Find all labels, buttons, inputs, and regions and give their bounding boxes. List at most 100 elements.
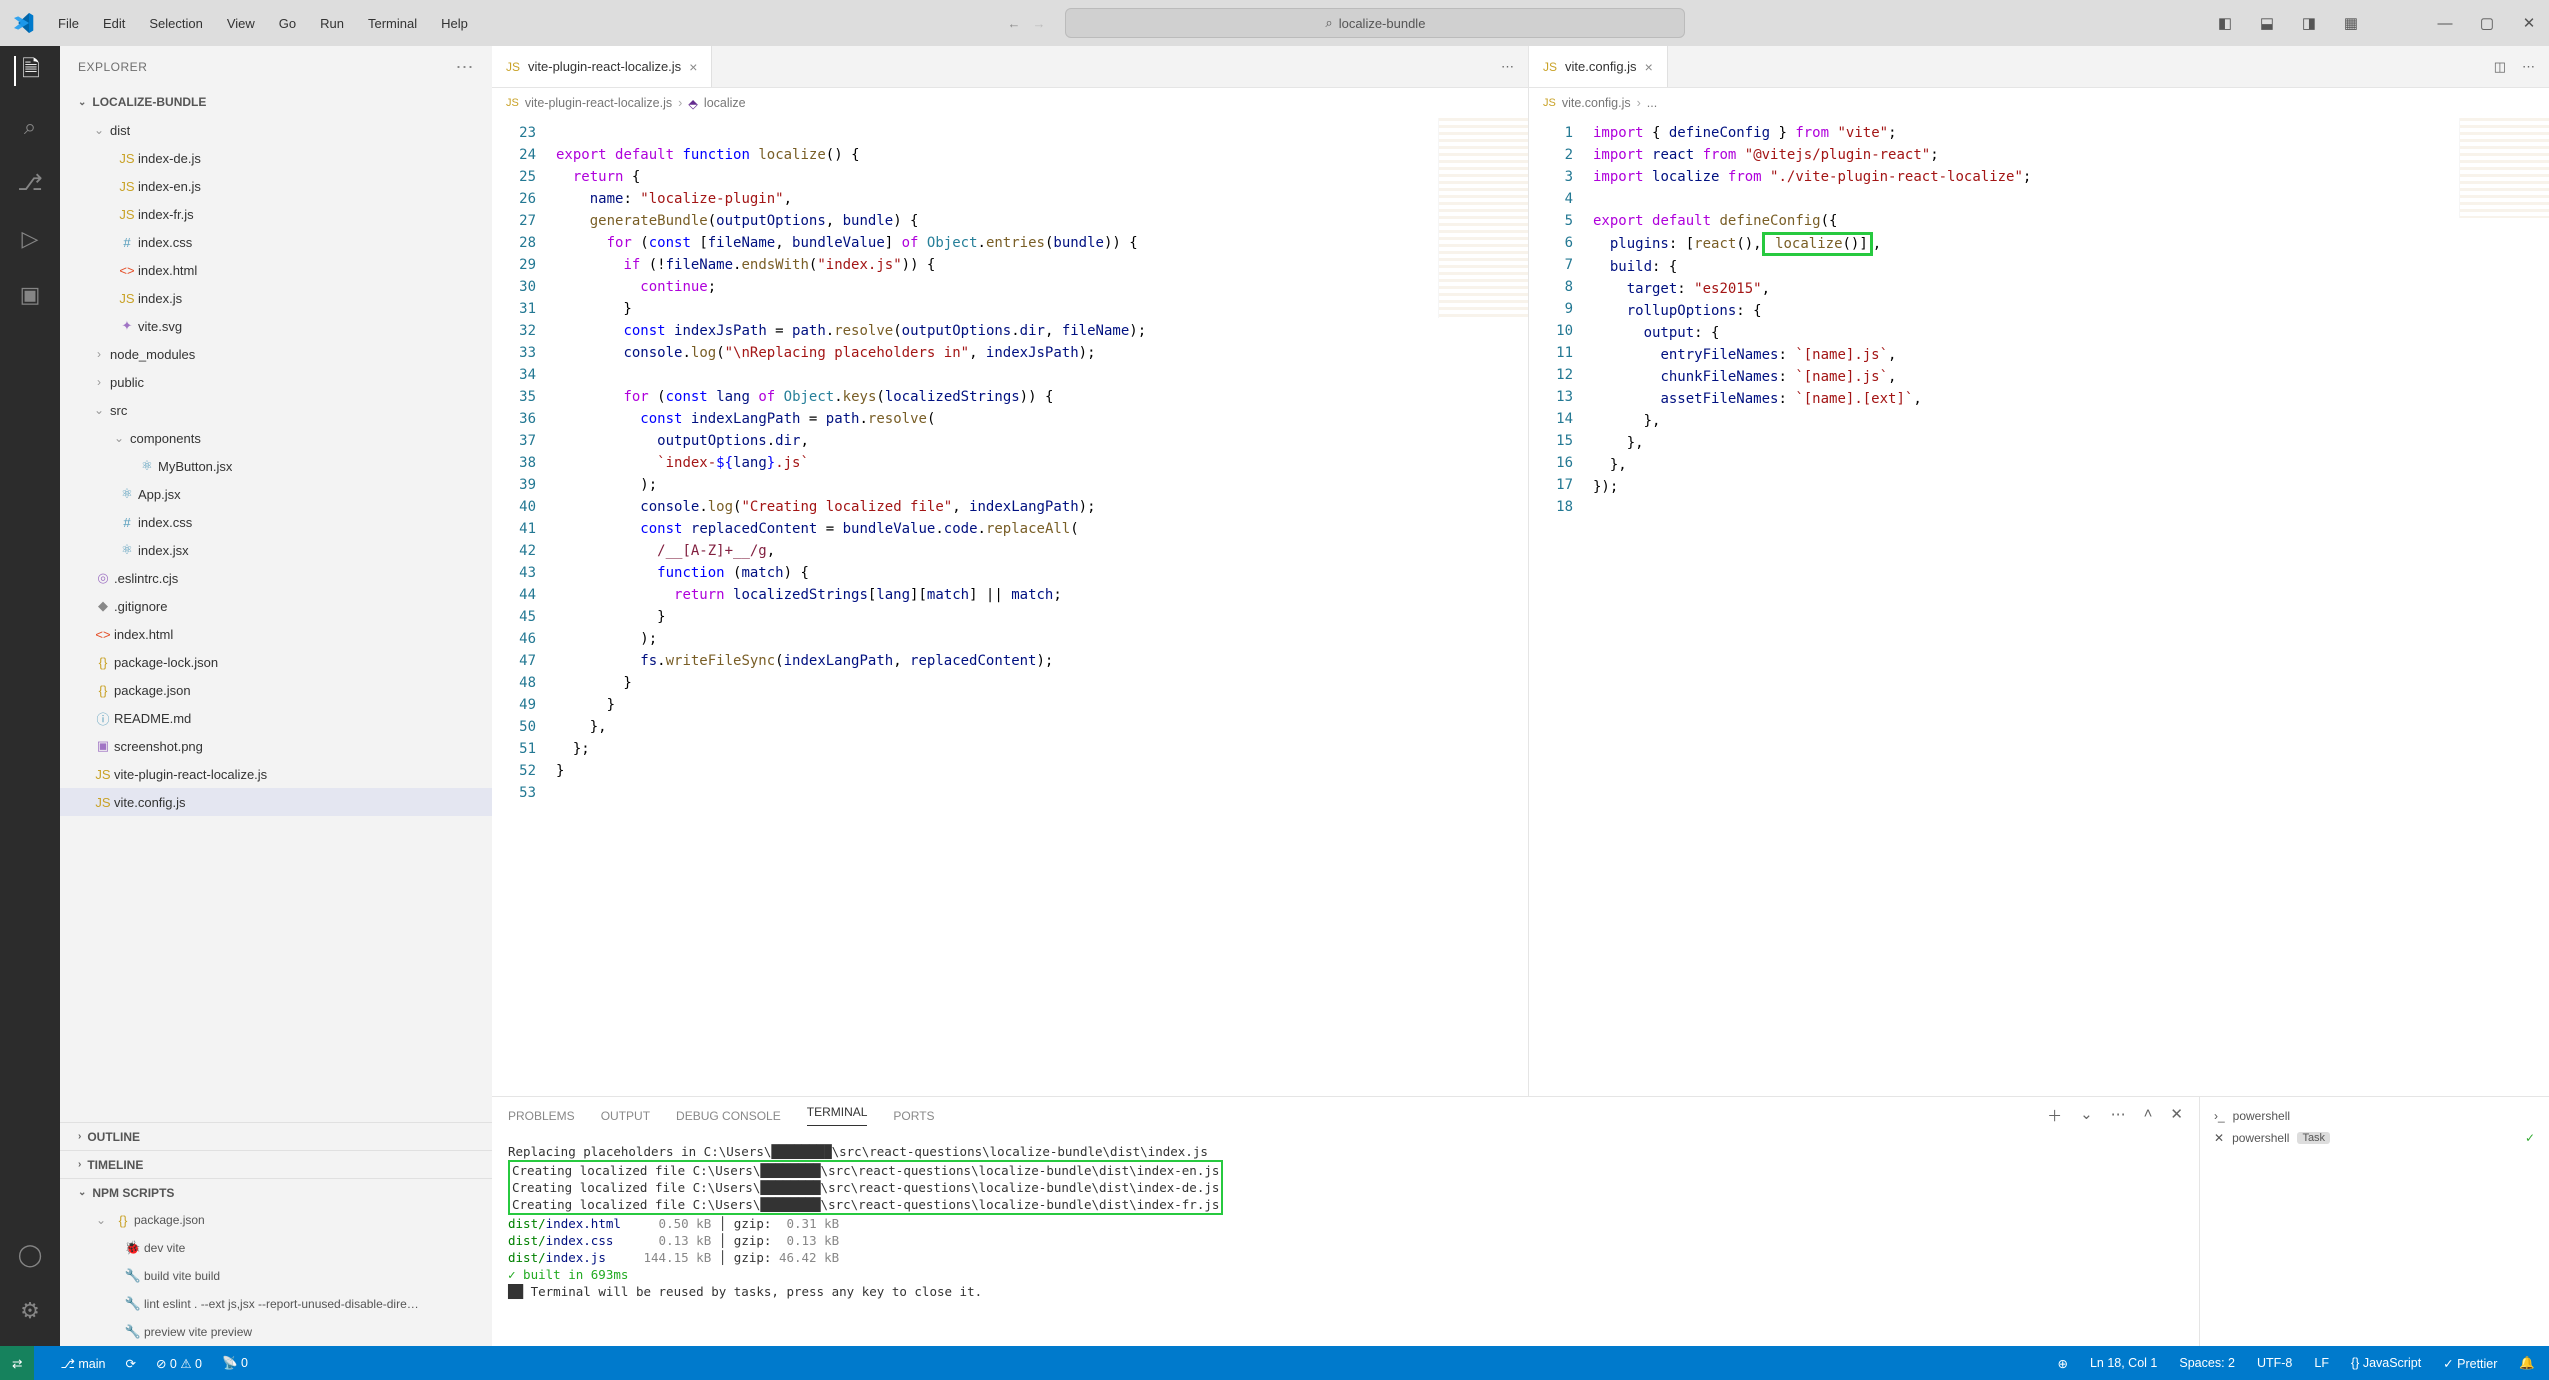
breadcrumbs-left[interactable]: JS vite-plugin-react-localize.js› ⬘ loca…	[492, 88, 1528, 118]
more-icon[interactable]: ⋯	[2522, 59, 2535, 75]
activity-debug-icon[interactable]: ▷	[15, 224, 45, 254]
folder-nodemodules[interactable]: ›node_modules	[60, 340, 492, 368]
folder-src[interactable]: ⌄src	[60, 396, 492, 424]
timeline-section[interactable]: ›TIMELINE	[60, 1150, 492, 1178]
status-errors[interactable]: ⊘ 0 ⚠ 0	[156, 1356, 202, 1371]
status-bell-icon[interactable]: 🔔	[2519, 1356, 2535, 1371]
activity-search-icon[interactable]: ⌕	[15, 112, 45, 142]
outline-section[interactable]: ›OUTLINE	[60, 1122, 492, 1150]
panel-tab-debug[interactable]: DEBUG CONSOLE	[676, 1109, 781, 1123]
file-pkg[interactable]: {}package.json	[60, 676, 492, 704]
project-section[interactable]: ⌄ LOCALIZE-BUNDLE	[60, 88, 492, 116]
file-indexjsx[interactable]: ⚛index.jsx	[60, 536, 492, 564]
code-right[interactable]: 123456789101112131415161718 import { def…	[1529, 118, 2549, 1096]
file-indexhtml-dist[interactable]: <>index.html	[60, 256, 492, 284]
status-lang[interactable]: {} JavaScript	[2351, 1356, 2421, 1370]
folder-dist[interactable]: ⌄dist	[60, 116, 492, 144]
status-sync[interactable]: ⟳	[125, 1356, 135, 1371]
file-pkglock[interactable]: {}package-lock.json	[60, 648, 492, 676]
folder-components[interactable]: ⌄components	[60, 424, 492, 452]
explorer-more-icon[interactable]: ⋯	[456, 57, 475, 78]
activity-explorer-icon[interactable]: 🗎	[14, 56, 44, 86]
layout-grid-icon[interactable]: ▦	[2341, 14, 2361, 32]
file-index-fr[interactable]: JSindex-fr.js	[60, 200, 492, 228]
terminal-item-2[interactable]: ✕powershell Task✓	[2208, 1127, 2541, 1149]
menu-go[interactable]: Go	[269, 12, 306, 35]
tab-viteconfig[interactable]: JS vite.config.js ×	[1529, 46, 1668, 87]
file-mybutton[interactable]: ⚛MyButton.jsx	[60, 452, 492, 480]
close-panel-icon[interactable]: ✕	[2170, 1105, 2183, 1126]
new-terminal-icon[interactable]: ＋	[2047, 1105, 2062, 1126]
terminal-output[interactable]: Replacing placeholders in C:\Users\█████…	[492, 1135, 2199, 1346]
menu-edit[interactable]: Edit	[93, 12, 135, 35]
status-radio[interactable]: 📡 0	[222, 1356, 248, 1371]
activity-extensions-icon[interactable]: ▣	[15, 280, 45, 310]
menu-selection[interactable]: Selection	[139, 12, 212, 35]
file-gitignore[interactable]: ◆.gitignore	[60, 592, 492, 620]
file-eslintrc[interactable]: ◎.eslintrc.cjs	[60, 564, 492, 592]
folder-public[interactable]: ›public	[60, 368, 492, 396]
panel-tab-terminal[interactable]: TERMINAL	[807, 1105, 868, 1126]
minimap[interactable]	[1438, 118, 1528, 318]
dropdown-icon[interactable]: ⌄	[2080, 1105, 2093, 1126]
npm-preview[interactable]: 🔧preview vite preview	[60, 1318, 492, 1346]
tab-viteplugin[interactable]: JS vite-plugin-react-localize.js ×	[492, 46, 712, 87]
menu-run[interactable]: Run	[310, 12, 354, 35]
status-ln[interactable]: Ln 18, Col 1	[2090, 1356, 2157, 1370]
status-eol[interactable]: LF	[2314, 1356, 2329, 1370]
layout-left-icon[interactable]: ◧	[2215, 14, 2235, 32]
file-screenshot[interactable]: ▣screenshot.png	[60, 732, 492, 760]
more-icon[interactable]: ⋯	[1501, 59, 1514, 75]
npm-section[interactable]: ⌄NPM SCRIPTS	[60, 1178, 492, 1206]
npm-build[interactable]: 🔧build vite build	[60, 1262, 492, 1290]
terminal-item-1[interactable]: ›_powershell	[2208, 1105, 2541, 1127]
menu-view[interactable]: View	[217, 12, 265, 35]
npm-lint[interactable]: 🔧lint eslint . --ext js,jsx --report-unu…	[60, 1290, 492, 1318]
menu-file[interactable]: File	[48, 12, 89, 35]
file-readme[interactable]: ⓘREADME.md	[60, 704, 492, 732]
command-center[interactable]: ⌕ localize-bundle	[1065, 8, 1685, 38]
close-icon[interactable]: ×	[1645, 59, 1653, 75]
panel-tab-problems[interactable]: PROBLEMS	[508, 1109, 575, 1123]
layout-bottom-icon[interactable]: ⬓	[2257, 14, 2277, 32]
menu-help[interactable]: Help	[431, 12, 478, 35]
file-index-en[interactable]: JSindex-en.js	[60, 172, 492, 200]
minimap[interactable]	[2459, 118, 2549, 218]
status-prettier[interactable]: ✓ Prettier	[2443, 1356, 2497, 1371]
nav-forward-icon[interactable]: →	[1032, 16, 1045, 31]
file-tree[interactable]: ⌄dist JSindex-de.js JSindex-en.js JSinde…	[60, 116, 492, 1122]
file-viteplugin[interactable]: JSvite-plugin-react-localize.js	[60, 760, 492, 788]
close-icon[interactable]: ×	[689, 59, 697, 75]
file-vitesvg[interactable]: ✦vite.svg	[60, 312, 492, 340]
file-indexcss[interactable]: #index.css	[60, 508, 492, 536]
remote-indicator[interactable]: ⇄	[0, 1346, 34, 1380]
file-indexjs-dist[interactable]: JSindex.js	[60, 284, 492, 312]
npm-pkg[interactable]: ⌄{}package.json	[60, 1206, 492, 1234]
panel-tab-output[interactable]: OUTPUT	[601, 1109, 650, 1123]
code-left[interactable]: 2324252627282930313233343536373839404142…	[492, 118, 1528, 1096]
layout-right-icon[interactable]: ◨	[2299, 14, 2319, 32]
activity-account-icon[interactable]: ◯	[15, 1240, 45, 1270]
file-indexcss-dist[interactable]: #index.css	[60, 228, 492, 256]
breadcrumbs-right[interactable]: JS vite.config.js› ...	[1529, 88, 2549, 118]
activity-scm-icon[interactable]: ⎇	[15, 168, 45, 198]
npm-dev[interactable]: 🐞dev vite	[60, 1234, 492, 1262]
file-indexhtml[interactable]: <>index.html	[60, 620, 492, 648]
status-branch[interactable]: ⎇ main	[60, 1356, 105, 1371]
close-window-icon[interactable]: ✕	[2519, 14, 2539, 32]
menu-terminal[interactable]: Terminal	[358, 12, 427, 35]
maximize-icon[interactable]: ▢	[2477, 14, 2497, 32]
panel-tab-ports[interactable]: PORTS	[893, 1109, 934, 1123]
file-viteconfig[interactable]: JSvite.config.js	[60, 788, 492, 816]
more-icon[interactable]: ⋯	[2111, 1105, 2126, 1126]
maximize-panel-icon[interactable]: ˄	[2144, 1105, 2153, 1126]
activity-settings-icon[interactable]: ⚙	[15, 1296, 45, 1326]
split-icon[interactable]: ◫	[2494, 59, 2506, 75]
zoom-icon[interactable]: ⊕	[2057, 1356, 2067, 1371]
minimize-icon[interactable]: ―	[2435, 15, 2455, 32]
file-appjsx[interactable]: ⚛App.jsx	[60, 480, 492, 508]
file-index-de[interactable]: JSindex-de.js	[60, 144, 492, 172]
status-encoding[interactable]: UTF-8	[2257, 1356, 2292, 1370]
status-spaces[interactable]: Spaces: 2	[2179, 1356, 2235, 1370]
nav-back-icon[interactable]: ←	[1007, 16, 1020, 31]
